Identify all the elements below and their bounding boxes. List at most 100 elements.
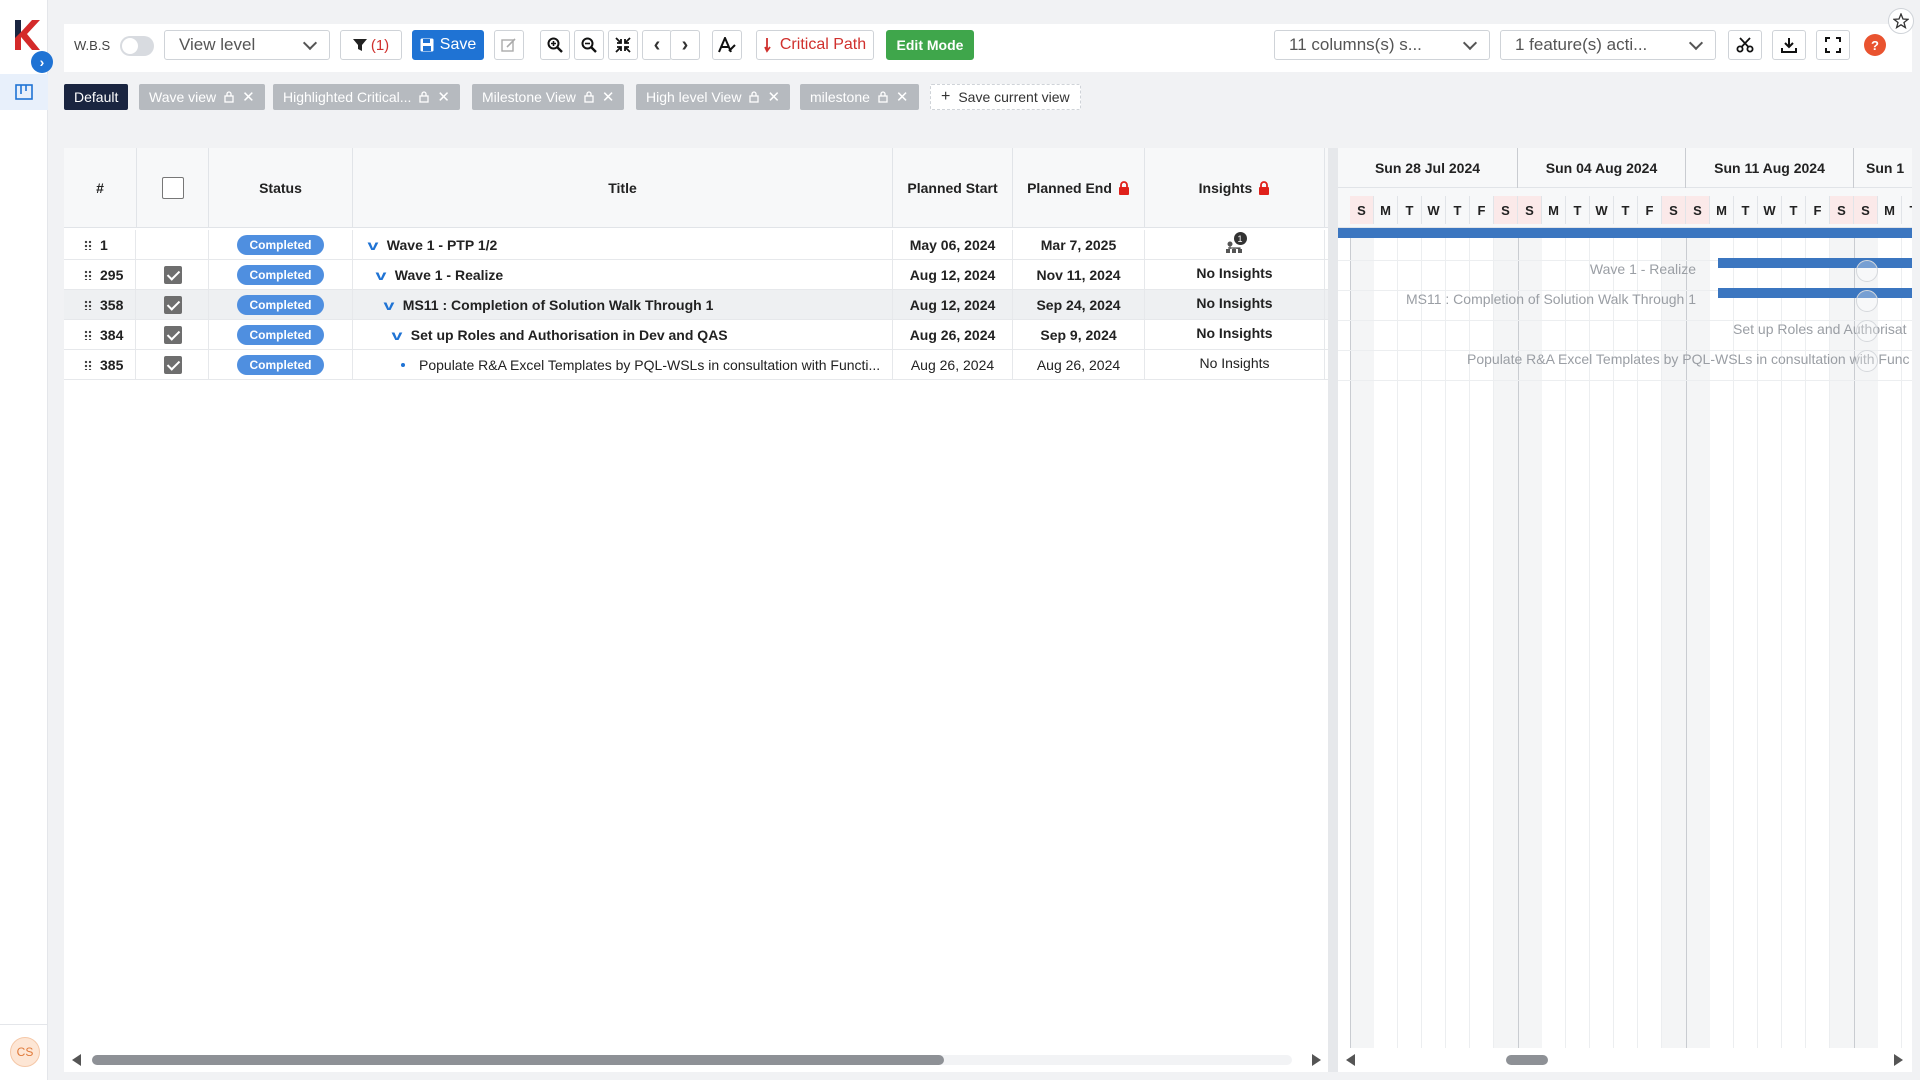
hierarchy-icon[interactable]: 1 bbox=[1224, 232, 1247, 255]
gantt-bar-ms11[interactable] bbox=[1718, 288, 1912, 298]
day-column bbox=[1421, 228, 1422, 1048]
gantt-milestone-marker[interactable] bbox=[1856, 290, 1878, 312]
row-checkbox[interactable] bbox=[163, 326, 182, 344]
scroll-thumb[interactable] bbox=[92, 1055, 944, 1065]
select-all-checkbox[interactable] bbox=[161, 177, 184, 199]
drag-handle-icon[interactable] bbox=[84, 240, 92, 250]
user-avatar[interactable]: CS bbox=[10, 1037, 40, 1067]
expand-sidebar-button[interactable]: › bbox=[31, 51, 53, 73]
scroll-right-arrow-icon[interactable] bbox=[1894, 1054, 1903, 1066]
download-button[interactable] bbox=[1772, 30, 1806, 60]
drag-handle-icon[interactable] bbox=[84, 270, 92, 280]
view-chip-milestone-view[interactable]: Milestone View ✕ bbox=[472, 84, 625, 110]
columns-select[interactable]: 11 columns(s) s... bbox=[1274, 30, 1490, 60]
view-chip-wave[interactable]: Wave view ✕ bbox=[139, 84, 265, 110]
title-cell[interactable]: v Set up Roles and Authorisation in Dev a… bbox=[353, 320, 893, 350]
view-chip-milestone[interactable]: milestone ✕ bbox=[800, 84, 919, 110]
col-header-number[interactable]: # bbox=[64, 148, 137, 228]
fit-to-screen-button[interactable] bbox=[608, 30, 638, 60]
day-label: W bbox=[1422, 196, 1446, 224]
col-header-insights[interactable]: Insights bbox=[1145, 148, 1325, 228]
view-chip-default[interactable]: Default bbox=[64, 84, 129, 110]
title-cell[interactable]: v Wave 1 - PTP 1/2 bbox=[353, 230, 893, 260]
grid-horizontal-scrollbar[interactable] bbox=[64, 1050, 1328, 1068]
gantt-day-header: SMTWTFSSMTWTFSSMTWTFSSMT bbox=[1338, 188, 1912, 228]
save-current-view-button[interactable]: + Save current view bbox=[930, 84, 1081, 110]
compress-icon bbox=[615, 37, 631, 53]
table-row[interactable]: 295 Completed v Wave 1 - Realize Aug 12, … bbox=[64, 260, 1328, 290]
table-row[interactable]: 384 Completed v Set up Roles and Authoris… bbox=[64, 320, 1328, 350]
row-checkbox[interactable] bbox=[163, 266, 182, 284]
plus-icon: + bbox=[941, 88, 951, 105]
status-cell: Completed bbox=[209, 290, 353, 320]
gantt-bar-wave-1-realize[interactable] bbox=[1718, 258, 1912, 268]
view-chip-high-level[interactable]: High level View ✕ bbox=[636, 84, 791, 110]
panel-splitter[interactable] bbox=[1328, 148, 1338, 1072]
planned-start-value: May 06, 2024 bbox=[909, 237, 996, 253]
gantt-milestone-marker[interactable] bbox=[1856, 350, 1878, 372]
gantt-bar-wave-1-ptp[interactable] bbox=[1338, 228, 1912, 238]
gantt-milestone-marker[interactable] bbox=[1856, 320, 1878, 342]
insights-value: No Insights bbox=[1196, 265, 1273, 281]
save-current-view-label: Save current view bbox=[958, 89, 1070, 105]
text-style-button[interactable] bbox=[712, 30, 742, 60]
edit-button[interactable] bbox=[494, 30, 524, 60]
scroll-right-button[interactable]: › bbox=[670, 30, 700, 60]
chevron-down-icon[interactable]: v bbox=[383, 297, 394, 313]
lock-icon bbox=[419, 91, 430, 103]
drag-handle-icon[interactable] bbox=[84, 330, 92, 340]
scroll-left-button[interactable]: ‹ bbox=[642, 30, 672, 60]
table-row[interactable]: 1 Completed v Wave 1 - PTP 1/2 May 06, 20… bbox=[64, 230, 1328, 260]
row-checkbox[interactable] bbox=[163, 296, 182, 314]
filter-button[interactable]: (1) bbox=[340, 30, 402, 60]
col-header-planned-start[interactable]: Planned Start bbox=[893, 148, 1013, 228]
col-header-status[interactable]: Status bbox=[209, 148, 353, 228]
table-row[interactable]: 358 Completed v MS11 : Completion of Solu… bbox=[64, 290, 1328, 320]
title-cell[interactable]: v MS11 : Completion of Solution Walk Thro… bbox=[353, 290, 893, 320]
rail-item-board[interactable] bbox=[0, 74, 48, 110]
day-label: S bbox=[1518, 196, 1542, 224]
col-header-planned-end[interactable]: Planned End bbox=[1013, 148, 1145, 228]
favorite-button[interactable] bbox=[1888, 8, 1914, 34]
close-icon[interactable]: ✕ bbox=[767, 88, 780, 106]
cut-button[interactable] bbox=[1728, 30, 1762, 60]
scroll-right-arrow-icon[interactable] bbox=[1312, 1054, 1321, 1066]
scroll-left-arrow-icon[interactable] bbox=[72, 1054, 81, 1066]
gantt-horizontal-scrollbar[interactable] bbox=[1338, 1050, 1912, 1068]
scroll-thumb[interactable] bbox=[1506, 1055, 1548, 1065]
save-button[interactable]: Save bbox=[412, 30, 484, 60]
view-level-select[interactable]: View level bbox=[164, 30, 330, 60]
view-chip-highlighted-critical[interactable]: Highlighted Critical... ✕ bbox=[273, 84, 460, 110]
title-cell[interactable]: Populate R&A Excel Templates by PQL-WSLs… bbox=[353, 350, 893, 380]
question-icon: ? bbox=[1871, 37, 1879, 53]
zoom-in-button[interactable] bbox=[540, 30, 570, 60]
scroll-left-arrow-icon[interactable] bbox=[1346, 1054, 1355, 1066]
day-label: F bbox=[1806, 196, 1830, 224]
drag-handle-icon[interactable] bbox=[84, 360, 92, 370]
zoom-out-button[interactable] bbox=[574, 30, 604, 60]
filter-icon bbox=[352, 39, 367, 51]
gantt-milestone-marker[interactable] bbox=[1856, 260, 1878, 282]
chevron-down-icon[interactable]: v bbox=[375, 267, 386, 283]
title-cell[interactable]: v Wave 1 - Realize bbox=[353, 260, 893, 290]
row-checkbox[interactable] bbox=[163, 356, 182, 374]
close-icon[interactable]: ✕ bbox=[896, 88, 909, 106]
status-cell: Completed bbox=[209, 320, 353, 350]
gantt-task-label: MS11 : Completion of Solution Walk Throu… bbox=[1405, 291, 1696, 307]
wbs-toggle[interactable] bbox=[120, 36, 154, 56]
chevron-down-icon[interactable]: v bbox=[367, 237, 378, 253]
help-button[interactable]: ? bbox=[1864, 34, 1886, 56]
close-icon[interactable]: ✕ bbox=[602, 88, 615, 106]
table-row[interactable]: 385 Completed Populate R&A Excel Templat… bbox=[64, 350, 1328, 380]
fullscreen-button[interactable] bbox=[1816, 30, 1850, 60]
drag-handle-icon[interactable] bbox=[84, 300, 92, 310]
close-icon[interactable]: ✕ bbox=[437, 88, 450, 106]
close-icon[interactable]: ✕ bbox=[242, 88, 255, 106]
critical-path-button[interactable]: Critical Path bbox=[756, 30, 874, 60]
col-header-title[interactable]: Title bbox=[353, 148, 893, 228]
insights-cell[interactable]: 1 bbox=[1145, 230, 1325, 260]
edit-mode-button[interactable]: Edit Mode bbox=[886, 30, 974, 60]
col-header-select-all[interactable] bbox=[137, 148, 209, 228]
chevron-down-icon[interactable]: v bbox=[391, 327, 402, 343]
features-select[interactable]: 1 feature(s) acti... bbox=[1500, 30, 1716, 60]
